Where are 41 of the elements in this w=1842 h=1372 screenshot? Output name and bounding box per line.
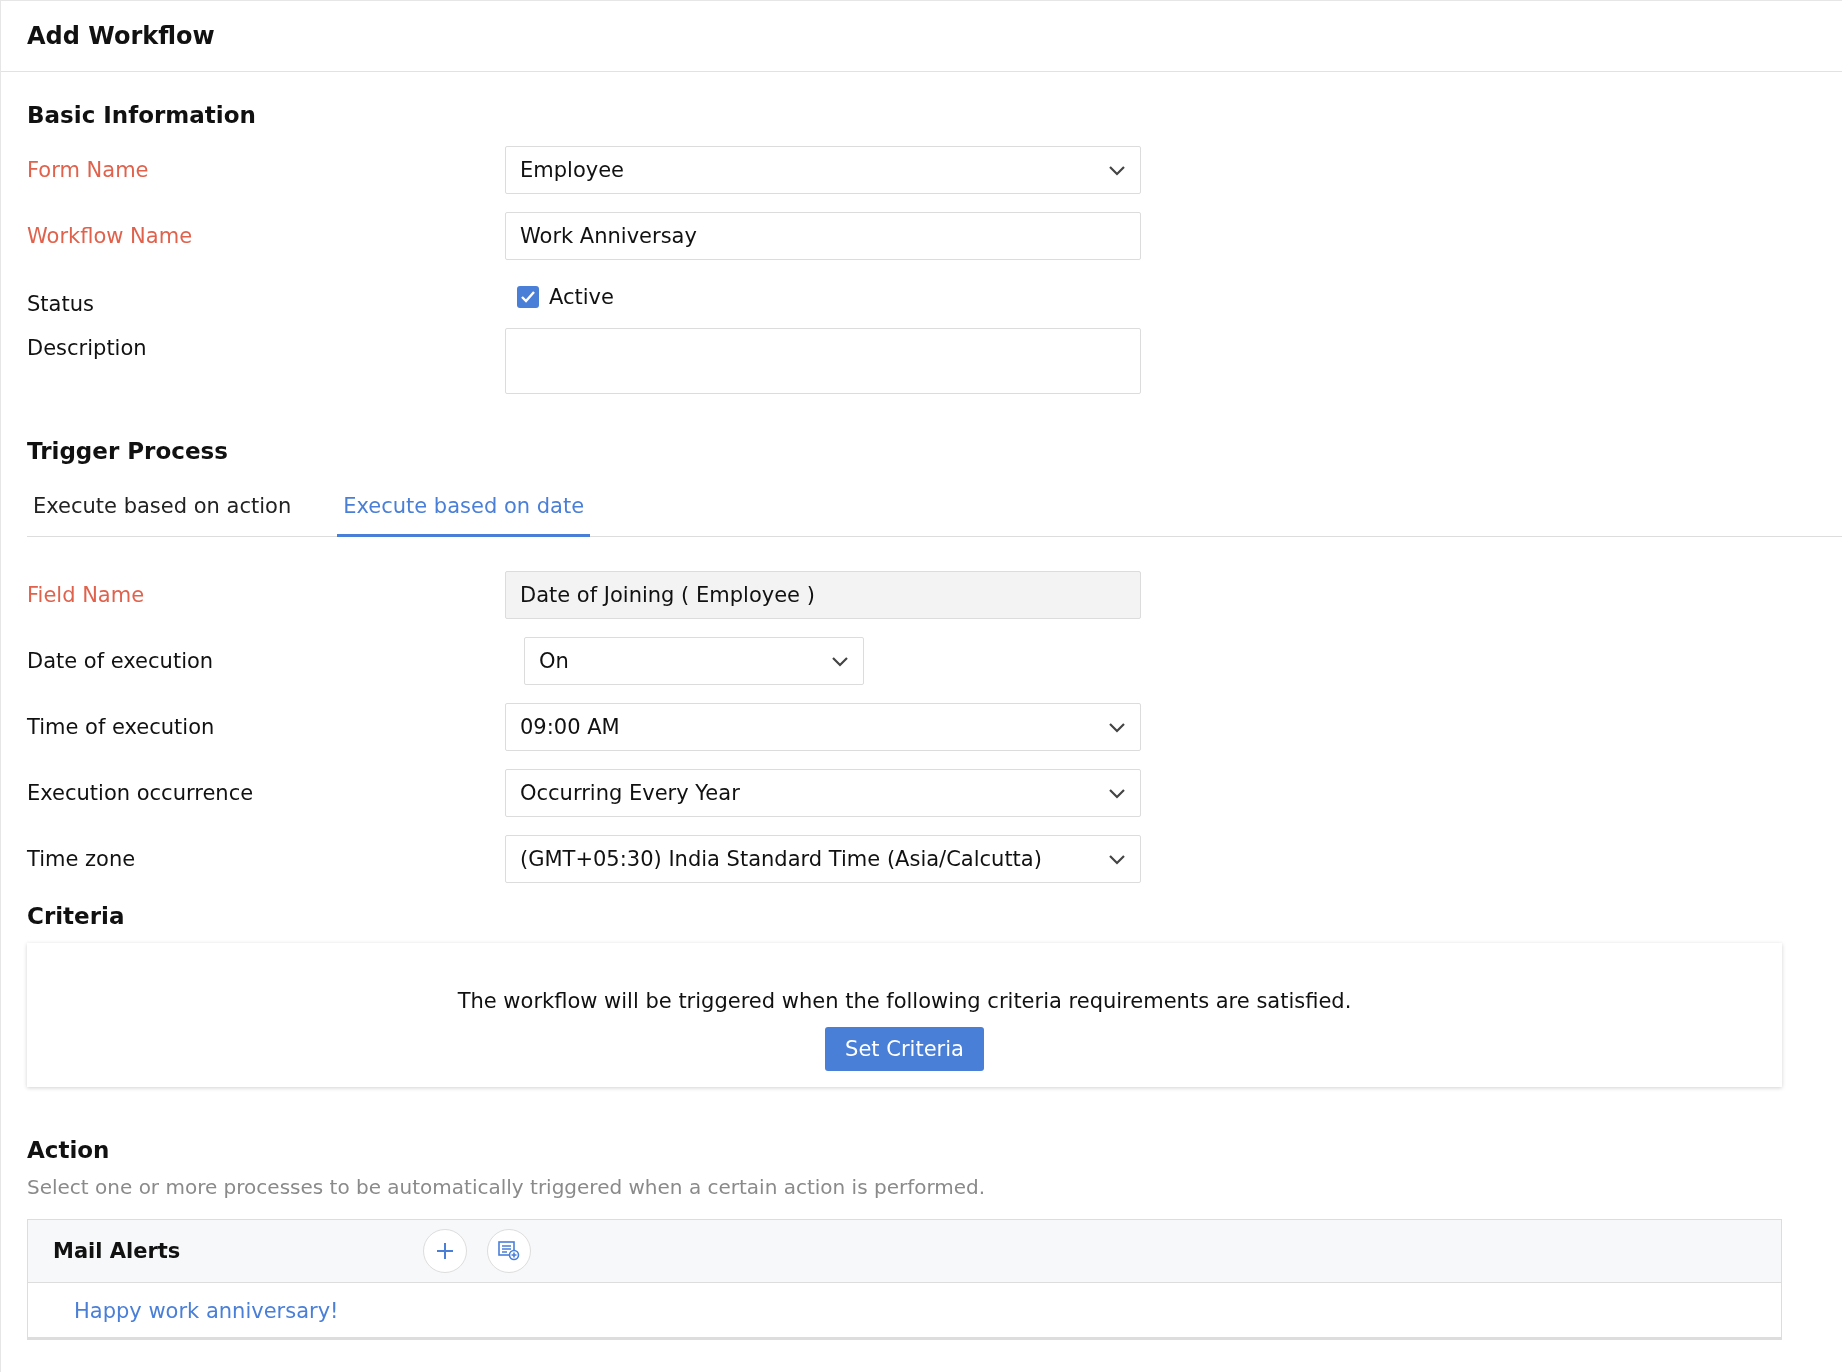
set-criteria-button[interactable]: Set Criteria [825, 1027, 984, 1071]
dropdown[interactable]: On [524, 637, 864, 685]
tab[interactable]: Execute based on action [27, 482, 298, 537]
criteria-message: The workflow will be triggered when the following criteria requirements are satisfied. [457, 989, 1352, 1013]
section-heading: Action [27, 1137, 111, 1163]
add-template-button[interactable] [487, 1229, 531, 1273]
tab[interactable]: Execute based on date [337, 482, 591, 537]
description-field[interactable] [505, 328, 1141, 394]
readonly-field: Date of Joining ( Employee ) [505, 571, 1141, 619]
dropdown[interactable]: (GMT+05:30) India Standard Time (Asia/Calcutta) [505, 835, 1141, 883]
section-heading: Basic Information [27, 102, 257, 128]
field-label: Date of execution [27, 649, 215, 673]
field-label: Field Name [27, 583, 146, 607]
action-description: Select one or more processes to be automatically triggered when a certain action is performed. [27, 1175, 987, 1199]
dropdown[interactable]: 09:00 AM [505, 703, 1141, 751]
field-label: Time of execution [27, 715, 216, 739]
chevron-down-icon [1108, 787, 1126, 799]
field-label: Description [27, 335, 148, 360]
field-label: Status [27, 291, 95, 316]
section-heading: Criteria [27, 903, 126, 929]
field-label: Workflow Name [27, 224, 194, 248]
text-field[interactable]: Work Anniversay [505, 212, 1141, 260]
plus-icon [435, 1241, 455, 1261]
add-button[interactable] [423, 1229, 467, 1273]
chevron-down-icon [831, 655, 849, 667]
dropdown[interactable]: Employee [505, 146, 1141, 194]
chevron-down-icon [1108, 853, 1126, 865]
checkbox[interactable] [517, 286, 539, 308]
chevron-down-icon [1108, 721, 1126, 733]
field-label: Form Name [27, 158, 150, 182]
field-label: Time zone [27, 847, 137, 871]
mail-alert-link[interactable]: Happy work anniversary! [28, 1283, 1781, 1337]
checkbox-label: Active [549, 285, 614, 309]
page-title: Add Workflow [27, 22, 215, 50]
field-label: Execution occurrence [27, 781, 255, 805]
template-add-icon [498, 1241, 520, 1261]
dropdown[interactable]: Occurring Every Year [505, 769, 1141, 817]
chevron-down-icon [1108, 164, 1126, 176]
checkmark-icon [520, 290, 536, 304]
panel-title: Mail Alerts [53, 1239, 182, 1263]
section-heading: Trigger Process [27, 438, 229, 464]
